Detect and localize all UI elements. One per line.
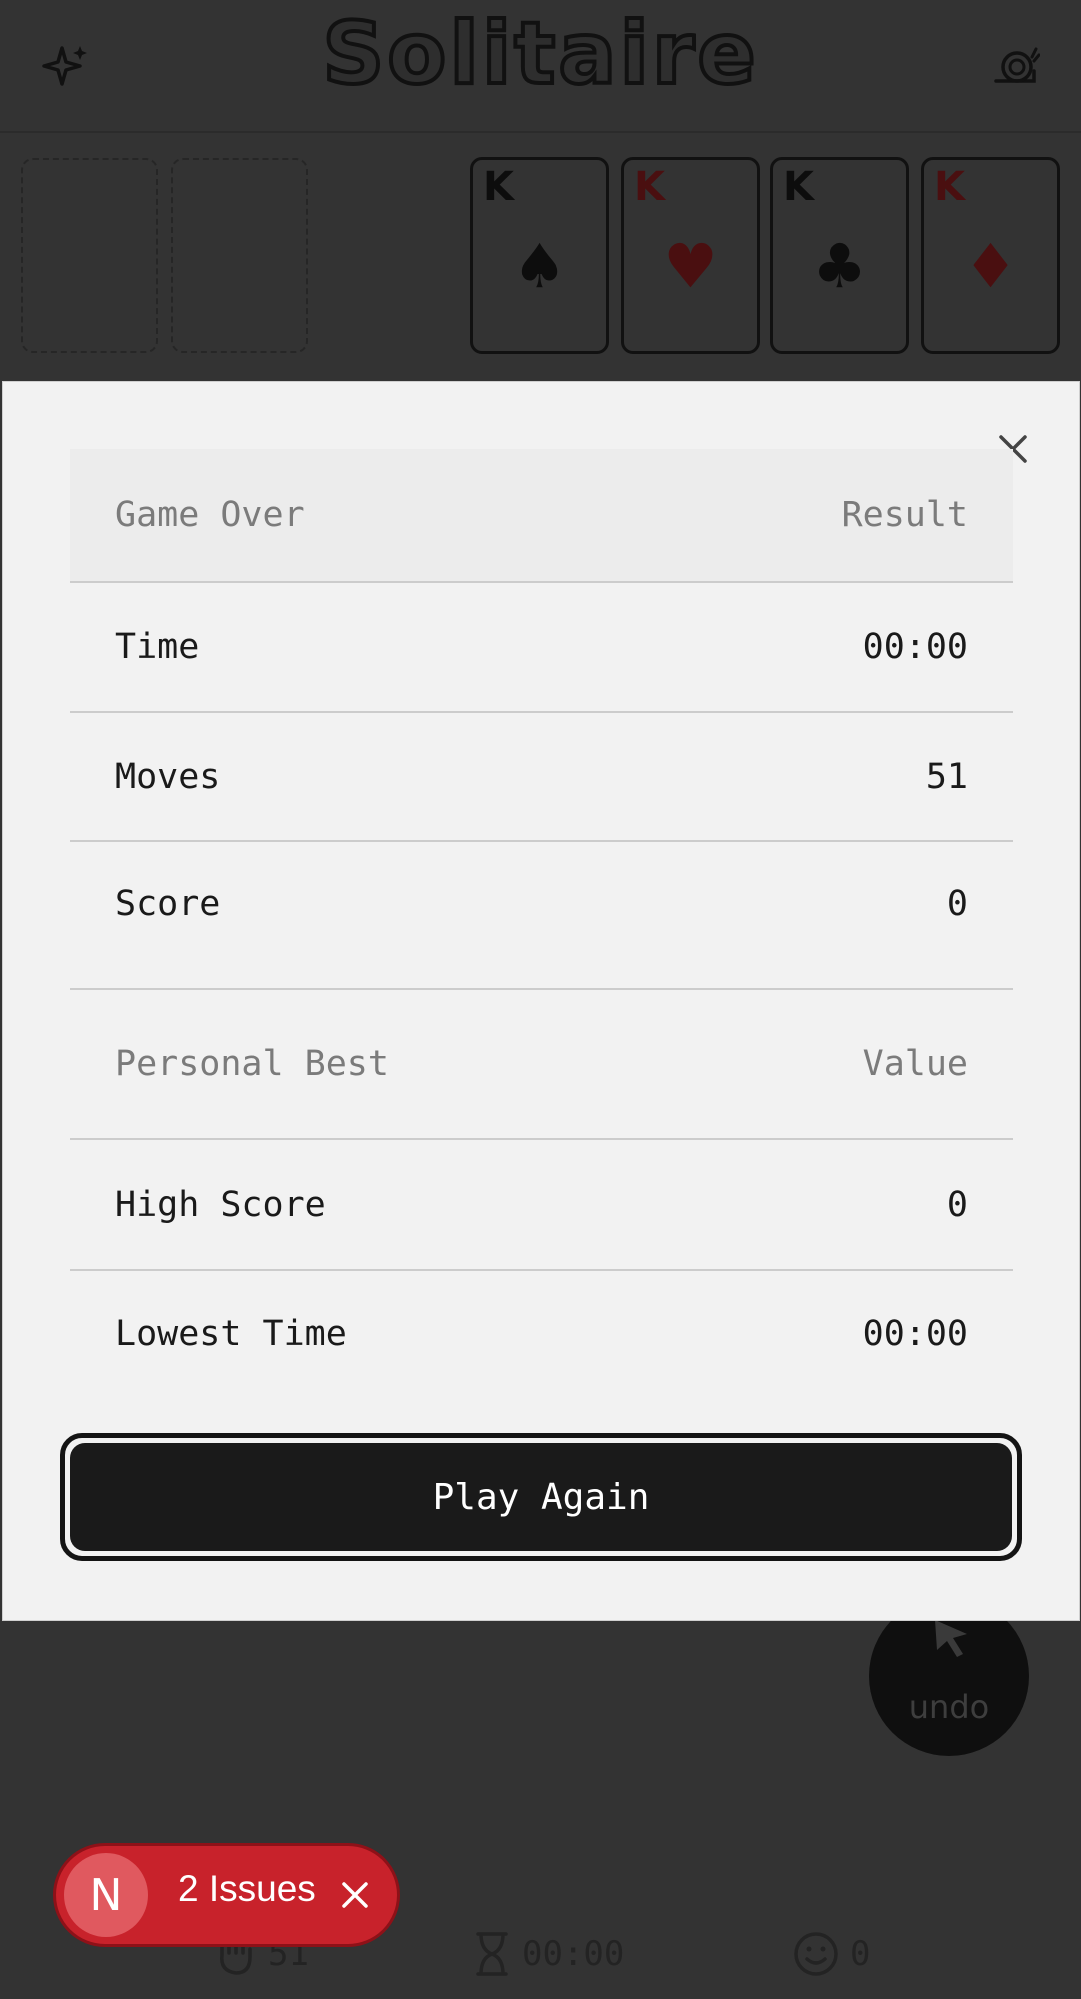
time-row: Time 00:00 bbox=[70, 583, 1013, 713]
issues-badge[interactable]: N 2 Issues bbox=[53, 1843, 400, 1947]
row-label: Score bbox=[115, 884, 221, 924]
foundation-clubs[interactable]: K ♣ bbox=[770, 157, 909, 354]
header-label: Personal Best bbox=[115, 1044, 389, 1084]
foundation-spades[interactable]: K ♠ bbox=[470, 157, 609, 354]
high-score-row: High Score 0 bbox=[70, 1140, 1013, 1271]
club-icon: ♣ bbox=[817, 224, 862, 310]
row-value: 00:00 bbox=[862, 627, 968, 667]
card-rank: K bbox=[783, 164, 814, 210]
score-value: 0 bbox=[850, 1934, 871, 1974]
foundation-hearts[interactable]: K ♥ bbox=[621, 157, 760, 354]
card-rank: K bbox=[634, 164, 665, 210]
lowest-time-row: Lowest Time 00:00 bbox=[70, 1271, 1013, 1397]
time-stat: 00:00 bbox=[472, 1926, 624, 1982]
row-value: 0 bbox=[946, 1184, 968, 1225]
foundation-diamonds[interactable]: K ♦ bbox=[921, 157, 1060, 354]
waste-slot[interactable] bbox=[171, 158, 308, 353]
score-row: Score 0 bbox=[70, 842, 1013, 990]
cursor-icon bbox=[935, 1620, 967, 1657]
issues-label: 2 Issues bbox=[178, 1868, 316, 1909]
header-value: Value bbox=[862, 1044, 968, 1084]
row-label: High Score bbox=[115, 1184, 326, 1225]
next-logo-icon: N bbox=[64, 1853, 148, 1937]
play-again-label: Play Again bbox=[70, 1443, 1012, 1551]
card-rank: K bbox=[483, 164, 514, 210]
game-header: Solitaire bbox=[0, 0, 1081, 133]
heart-icon: ♥ bbox=[668, 224, 713, 310]
row-label: Moves bbox=[115, 756, 221, 797]
moves-row: Moves 51 bbox=[70, 713, 1013, 842]
row-value: 0 bbox=[946, 884, 968, 924]
undo-label: undo bbox=[908, 1688, 990, 1726]
card-rank: K bbox=[934, 164, 965, 210]
game-over-header: Game Over Result bbox=[70, 449, 1013, 583]
score-stat: 0 bbox=[792, 1926, 870, 1982]
smiley-icon bbox=[794, 1932, 838, 1976]
play-again-button[interactable]: Play Again bbox=[60, 1433, 1022, 1561]
close-icon[interactable] bbox=[334, 1874, 376, 1916]
row-label: Time bbox=[115, 627, 200, 667]
row-value: 51 bbox=[925, 756, 968, 797]
snail-icon[interactable] bbox=[985, 36, 1045, 96]
hourglass-icon bbox=[476, 1932, 508, 1976]
diamond-icon: ♦ bbox=[968, 224, 1013, 310]
personal-best-header: Personal Best Value bbox=[70, 990, 1013, 1140]
row-value: 00:00 bbox=[862, 1314, 968, 1354]
spade-icon: ♠ bbox=[517, 224, 562, 310]
stock-slot[interactable] bbox=[21, 158, 158, 353]
header-value: Result bbox=[841, 495, 968, 535]
game-title: Solitaire bbox=[320, 2, 759, 106]
row-label: Lowest Time bbox=[115, 1314, 347, 1354]
time-value: 00:00 bbox=[522, 1934, 625, 1974]
header-label: Game Over bbox=[115, 495, 305, 535]
